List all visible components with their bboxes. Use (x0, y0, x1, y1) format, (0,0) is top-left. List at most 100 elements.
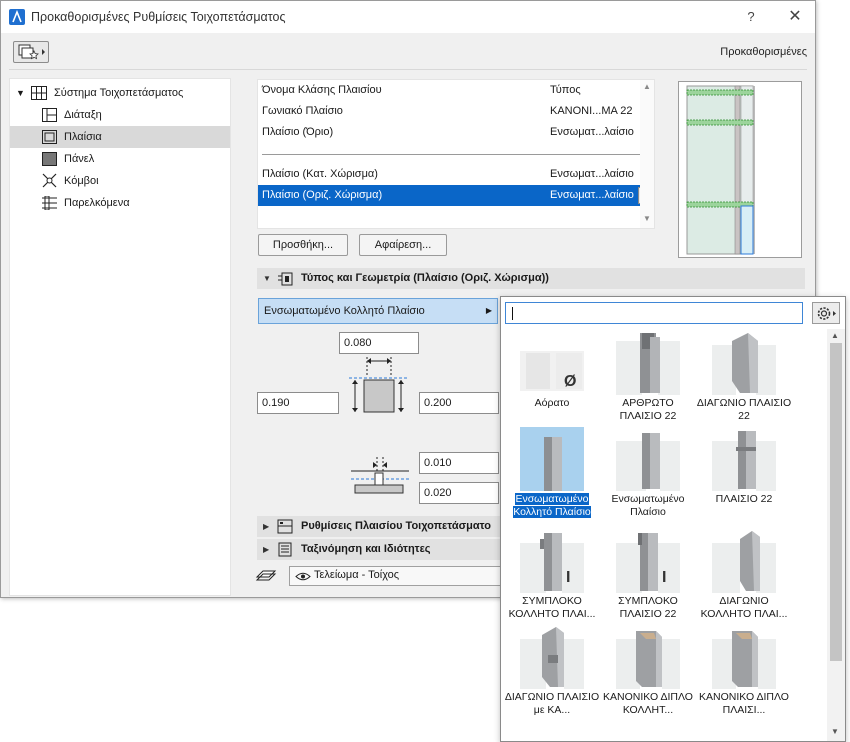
frame-tile-diagonal-with-cap[interactable]: ΔΙΑΓΩΝΙΟ ΠΛΑΙΣΙΟ με ΚΑ... (504, 625, 600, 727)
scroll-up-icon[interactable]: ▲ (831, 331, 839, 340)
add-button[interactable]: Προσθήκη... (258, 234, 348, 256)
tree-item-accessories[interactable]: Παρελκόμενα (10, 192, 230, 214)
tree-item-frames[interactable]: Πλαίσια (10, 126, 230, 148)
regular-double-butt-thumbnail (616, 631, 680, 689)
regular-double-frame-thumbnail (712, 631, 776, 689)
section-title: Ταξινόμηση και Ιδιότητες (301, 543, 431, 555)
frame-tile-diagonal-butt-glazed[interactable]: ΔΙΑΓΩΝΙΟ ΚΟΛΛΗΤΟ ΠΛΑΙ... (696, 529, 792, 631)
row-type: Ενσωματ...λαίσιο (550, 126, 634, 138)
row-type: ΚΑΝΟΝΙ...ΜΑ 22 (550, 105, 633, 117)
scroll-down-icon[interactable]: ▼ (643, 214, 651, 223)
list-header: Όνομα Κλάσης Πλαισίου Τύπος (258, 80, 654, 101)
tile-label: Ενσωματωμένο Πλαίσιο (611, 493, 685, 518)
section-classification[interactable]: ▶ Ταξινόμηση και Ιδιότητες (257, 539, 501, 560)
diagonal-butt-glazed-thumbnail (712, 531, 776, 593)
frame-tile-hinged-22[interactable]: ΑΡΘΡΩΤΟ ΠΛΑΙΣΙΟ 22 (600, 331, 696, 433)
layout-icon (42, 108, 57, 122)
gear-icon (817, 307, 836, 320)
row-name: Πλαίσιο (Όριο) (262, 126, 334, 138)
section-title: Τύπος και Γεωμετρία (Πλαίσιο (Οριζ. Χώρι… (301, 272, 549, 284)
composite-frame-thumbnail (616, 533, 680, 593)
row-type: Ενσωματ...λαίσιο (550, 189, 634, 201)
favorites-button[interactable] (13, 41, 49, 63)
favorites-icon (18, 44, 45, 60)
frame-tile-regular-double[interactable]: ΚΑΝΟΝΙΚΟ ΔΙΠΛΟ ΠΛΑΙΣΙ... (696, 625, 792, 727)
tree-item-label: Πλαίσια (64, 131, 102, 143)
frame-type-picker-popup: ▲ ▼ Ø Αόρατο ΑΡΘΡΩΤΟ ΠΛΑΙΣΙΟ 22 ΔΙΑΓΩΝΙΟ… (500, 296, 846, 742)
junctions-icon (42, 173, 57, 188)
column-header-name: Όνομα Κλάσης Πλαισίου (262, 84, 382, 96)
tree-item-layout[interactable]: Διάταξη (10, 104, 230, 126)
frame-tile-integrated[interactable]: Ενσωματωμένο Πλαίσιο (600, 427, 696, 529)
chevron-down-icon[interactable]: ▼ (16, 82, 25, 104)
tile-label: ΑΡΘΡΩΤΟ ΠΛΑΙΣΙΟ 22 (619, 397, 677, 422)
offset-input-2[interactable]: 0.020 (419, 482, 499, 504)
frame-tile-composite-butt-glazed[interactable]: I ΣΥΜΠΛΟΚΟ ΚΟΛΛΗΤΟ ΠΛΑΙ... (504, 529, 600, 631)
divider (9, 69, 807, 70)
chevron-right-icon: ▶ (485, 306, 492, 315)
tile-label: ΔΙΑΓΩΝΙΟ ΠΛΑΙΣΙΟ 22 (696, 397, 792, 422)
list-item-selected[interactable]: Πλαίσιο (Οριζ. Χώρισμα) Ενσωματ...λαίσιο (258, 185, 654, 206)
frame-tile-composite-22[interactable]: I ΣΥΜΠΛΟΚΟ ΠΛΑΙΣΙΟ 22 (600, 529, 696, 631)
window-title: Προκαθορισμένες Ρυθμίσεις Τοιχοπετάσματο… (31, 10, 286, 24)
scroll-up-icon[interactable]: ▲ (643, 82, 651, 91)
list-item[interactable]: Πλαίσιο (Κατ. Χώρισμα) Ενσωματ...λαίσιο (258, 164, 654, 185)
chevron-right-icon: ▶ (263, 545, 270, 554)
frame-width-input[interactable]: 0.190 (257, 392, 339, 414)
list-scrollbar[interactable]: ▲ ▼ (640, 80, 654, 228)
frame-tile-regular-double-butt[interactable]: ΚΑΝΟΝΙΚΟ ΔΙΠΛΟ ΚΟΛΛΗΤ... (600, 625, 696, 727)
curtain-wall-preview (678, 81, 802, 258)
composite-butt-glazed-thumbnail (520, 533, 584, 593)
scrollbar-thumb[interactable] (830, 343, 842, 661)
frame-tile-frame-22[interactable]: ΠΛΑΙΣΙΟ 22 (696, 427, 792, 529)
list-item[interactable]: Γωνιακό Πλαίσιο ΚΑΝΟΝΙ...ΜΑ 22 (258, 101, 654, 122)
frame-class-list: Όνομα Κλάσης Πλαισίου Τύπος Γωνιακό Πλαί… (257, 79, 655, 229)
title-bar: Προκαθορισμένες Ρυθμίσεις Τοιχοπετάσματο… (1, 1, 815, 33)
offset-input-1[interactable]: 0.010 (419, 452, 499, 474)
row-name: Πλαίσιο (Κατ. Χώρισμα) (262, 168, 378, 180)
frame-depth-input[interactable]: 0.080 (339, 332, 419, 354)
tile-label: Αόρατο (534, 397, 570, 409)
tree-root-curtain-wall-system[interactable]: ▼ Σύστημα Τοιχοπετάσματος (10, 82, 230, 104)
frame-22-thumbnail (712, 431, 776, 491)
section-type-geometry[interactable]: ▼ Τύπος και Γεωμετρία (Πλαίσιο (Οριζ. Χώ… (257, 268, 805, 289)
frame-tile-invisible[interactable]: Ø Αόρατο (504, 331, 600, 433)
surface-label: Τελείωμα - Τοίχος (314, 569, 400, 581)
frame-tile-integrated-butt-glazed[interactable]: Ενσωματωμένο Κολλητό Πλαίσιο (504, 427, 600, 529)
help-button[interactable]: ? (741, 7, 761, 27)
frames-icon (42, 130, 57, 144)
tree-item-label: Διάταξη (64, 109, 102, 121)
row-name: Πλαίσιο (Οριζ. Χώρισμα) (262, 189, 383, 201)
search-input[interactable] (505, 302, 803, 324)
row-type: Ενσωματ...λαίσιο (550, 168, 634, 180)
frame-tile-diagonal-22[interactable]: ΔΙΑΓΩΝΙΟ ΠΛΑΙΣΙΟ 22 (696, 331, 792, 433)
popup-scrollbar[interactable]: ▲ ▼ (827, 329, 845, 741)
remove-button[interactable]: Αφαίρεση... (359, 234, 447, 256)
accessories-icon (42, 196, 57, 210)
chevron-right-icon: ▶ (263, 522, 270, 531)
composite-badge-icon: I (662, 569, 667, 586)
surface-selector[interactable]: Τελείωμα - Τοίχος (289, 566, 501, 586)
frame-type-selector[interactable]: Ενσωματωμένο Κολλητό Πλαίσιο ▶ (258, 298, 498, 324)
list-item[interactable]: Πλαίσιο (Όριο) Ενσωματ...λαίσιο (258, 122, 654, 143)
options-button[interactable] (812, 302, 840, 324)
integrated-frame-thumbnail (616, 433, 680, 491)
tile-label: ΠΛΑΙΣΙΟ 22 (715, 493, 773, 505)
composite-badge-icon: I (566, 569, 571, 586)
panel-icon (42, 152, 57, 166)
tree-item-panel[interactable]: Πάνελ (10, 148, 230, 170)
hinged-frame-thumbnail (616, 333, 680, 395)
settings-tree: ▼ Σύστημα Τοιχοπετάσματος Διάταξη Πλαίσι… (9, 78, 231, 596)
tile-label: ΣΥΜΠΛΟΚΟ ΠΛΑΙΣΙΟ 22 (618, 595, 678, 620)
section-frame-settings[interactable]: ▶ Ρυθμίσεις Πλαισίου Τοιχοπετάσματο (257, 516, 501, 537)
close-button[interactable]: ✕ (785, 7, 805, 27)
scroll-down-icon[interactable]: ▼ (831, 727, 839, 736)
frame-offset-diagram (351, 457, 409, 494)
tree-item-junctions[interactable]: Κόμβοι (10, 170, 230, 192)
surface-icon (255, 570, 277, 581)
tree-root-label: Σύστημα Τοιχοπετάσματος (54, 87, 184, 99)
frame-height-input[interactable]: 0.200 (419, 392, 499, 414)
defaults-label: Προκαθορισμένες (720, 46, 807, 58)
curtain-wall-icon (31, 86, 47, 100)
tree-item-label: Παρελκόμενα (64, 197, 130, 209)
